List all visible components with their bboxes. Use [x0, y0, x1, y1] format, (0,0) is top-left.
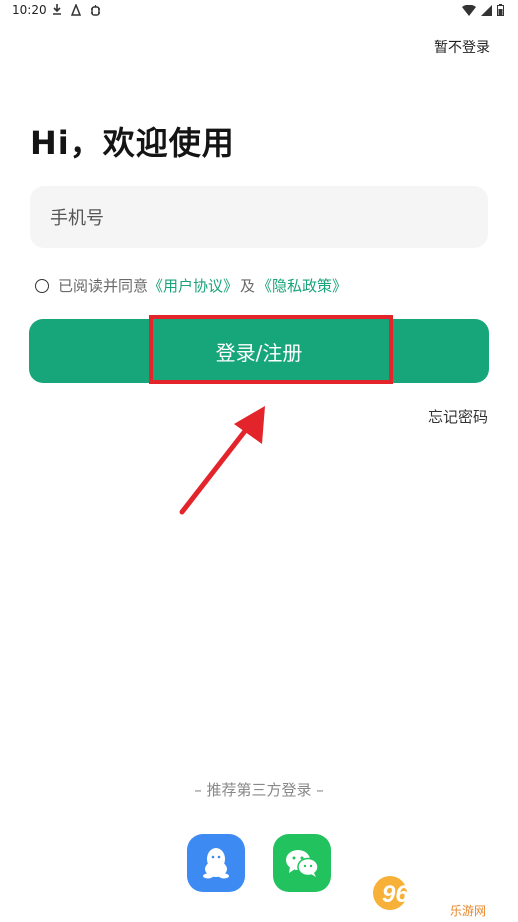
phone-input[interactable] [48, 186, 472, 250]
download-icon [53, 4, 61, 15]
annotation-arrow-icon [179, 406, 265, 515]
watermark-sub: 乐游网 [450, 904, 486, 918]
status-bar: 10:20 [0, 0, 518, 24]
agreement-checkbox[interactable] [35, 278, 49, 293]
watermark-logo: 962.NET 乐游网 [370, 872, 510, 918]
phone-field[interactable] [30, 186, 488, 250]
wifi-icon [462, 4, 476, 16]
agreement-prefix: 已阅读并同意 [58, 277, 149, 295]
qq-login-button[interactable] [187, 834, 245, 892]
skip-login-link[interactable]: 暂不登录 [434, 37, 490, 57]
third-party-divider: – 推荐第三方登录 – [194, 781, 324, 799]
agreement-and: 及 [240, 277, 256, 295]
login-register-button[interactable]: 登录/注册 [29, 319, 489, 383]
wechat-login-button[interactable] [273, 834, 331, 892]
forgot-password-link[interactable]: 忘记密码 [428, 406, 488, 427]
privacy-policy-link[interactable]: 《隐私政策》 [257, 275, 347, 296]
battery-icon [497, 4, 504, 16]
agreement-row: 已阅读并同意 《用户协议》 及 《隐私政策》 [35, 275, 347, 296]
status-time: 10:20 [12, 3, 47, 17]
user-agreement-link[interactable]: 《用户协议》 [148, 275, 238, 296]
page-title: Hi，欢迎使用 [30, 124, 235, 162]
debug-icon [91, 5, 100, 16]
signal-icon [481, 4, 492, 16]
app-notification-icon [71, 4, 81, 16]
notification-icons [52, 4, 101, 16]
qq-icon [203, 848, 229, 879]
system-icons [462, 4, 504, 16]
wechat-icon [286, 850, 319, 877]
